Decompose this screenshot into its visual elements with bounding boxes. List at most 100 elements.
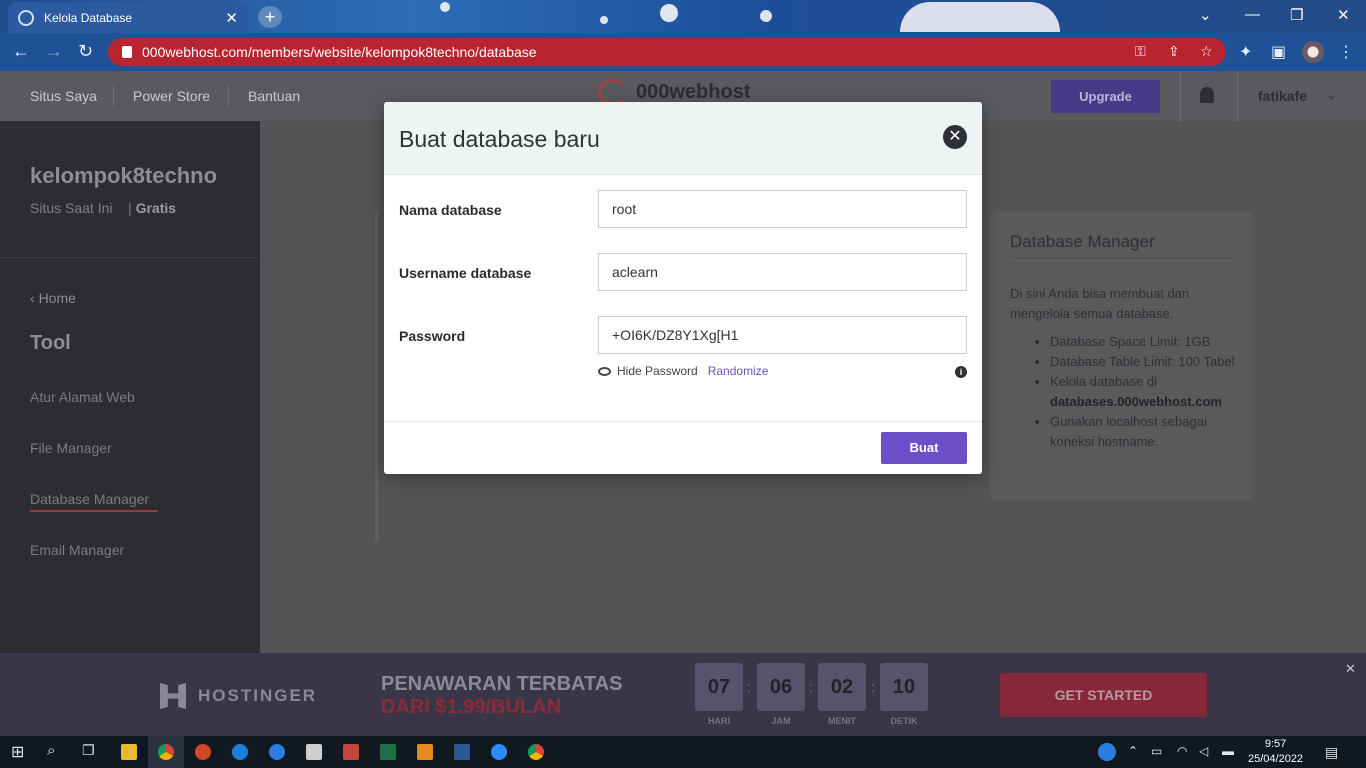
hide-password-toggle[interactable]: Hide Password xyxy=(617,364,698,378)
help-icon[interactable] xyxy=(1098,743,1116,761)
databases-link[interactable]: databases.000webhost.com xyxy=(1050,394,1222,409)
edge-icon[interactable] xyxy=(232,744,248,760)
promo-subline: DARI $1.99/BULAN xyxy=(381,696,562,718)
sidebar-item-file-manager[interactable]: File Manager xyxy=(30,440,112,456)
hostinger-logo[interactable]: HOSTINGER xyxy=(160,683,317,709)
countdown-separator: : xyxy=(747,679,751,695)
database-name-input[interactable]: root xyxy=(598,190,967,228)
media-app-icon[interactable] xyxy=(343,744,359,760)
restore-icon[interactable]: ❐ xyxy=(1290,6,1303,24)
modal-close-icon[interactable]: ✕ xyxy=(943,125,967,149)
bluetooth-icon[interactable] xyxy=(269,744,285,760)
site-status-text: Situs Saat Ini xyxy=(30,200,113,216)
password-label: Password xyxy=(399,328,466,344)
new-tab-button[interactable]: + xyxy=(258,6,282,28)
battery-icon[interactable]: ▬ xyxy=(1222,744,1234,758)
nav-situs-saya[interactable]: Situs Saya xyxy=(30,88,97,104)
bell-icon[interactable] xyxy=(1200,87,1214,103)
volume-icon[interactable]: ◁ xyxy=(1199,744,1208,758)
eye-slash-icon xyxy=(598,366,611,376)
globe-icon xyxy=(18,9,34,26)
info-list-prefix: Kelola database di xyxy=(1050,374,1157,389)
extensions-icon[interactable]: ✦ xyxy=(1239,42,1252,62)
zoom-icon[interactable] xyxy=(491,744,507,760)
sublime-icon[interactable] xyxy=(417,744,433,760)
window-close-icon[interactable]: ✕ xyxy=(1337,6,1350,24)
chrome-icon[interactable] xyxy=(158,744,174,760)
logo-text: 000webhost xyxy=(636,80,751,103)
lock-icon xyxy=(122,46,132,58)
tab-title: Kelola Database xyxy=(44,10,133,25)
modal-title: Buat database baru xyxy=(399,126,600,152)
sidebar: kelompok8techno Situs Saat Ini | Gratis … xyxy=(0,121,260,653)
forward-icon[interactable]: → xyxy=(45,41,63,62)
database-name-label: Nama database xyxy=(399,202,502,218)
file-explorer-icon[interactable] xyxy=(121,744,137,760)
create-button[interactable]: Buat xyxy=(881,432,967,464)
randomize-link[interactable]: Randomize xyxy=(708,364,769,378)
chevron-down-icon[interactable]: ⌄ xyxy=(1326,87,1337,103)
password-tools: Hide Password Randomize xyxy=(598,364,768,378)
excel-icon[interactable] xyxy=(380,744,396,760)
info-list-item: Database Table Limit: 100 Tabel xyxy=(1050,352,1240,372)
system-clock[interactable]: 9:57 25/04/2022 xyxy=(1248,737,1303,767)
info-title: Database Manager xyxy=(1010,232,1155,251)
hostinger-brand: HOSTINGER xyxy=(198,686,318,705)
get-started-button[interactable]: GET STARTED xyxy=(1000,673,1207,717)
clapper-icon[interactable] xyxy=(306,744,322,760)
clock-date: 25/04/2022 xyxy=(1248,753,1304,765)
sidebar-site-name: kelompok8techno xyxy=(30,163,218,188)
wallpaper-character xyxy=(900,2,1060,32)
nav-power-store[interactable]: Power Store xyxy=(133,88,210,104)
clock-time: 9:57 xyxy=(1264,738,1287,750)
search-icon[interactable]: ⌕ xyxy=(47,742,55,759)
promo-close-icon[interactable]: ✕ xyxy=(1345,661,1356,677)
wallpaper-dot xyxy=(440,2,450,12)
wifi-icon[interactable]: ◠ xyxy=(1177,744,1187,758)
modal-header: Buat database baru ✕ xyxy=(384,102,982,175)
browser-tab[interactable]: Kelola Database ✕ xyxy=(8,2,248,33)
info-list-item: Gunakan localhost sebagai koneksi hostna… xyxy=(1050,412,1240,452)
chevron-up-icon[interactable]: ⌃ xyxy=(1128,744,1138,758)
back-icon[interactable]: ← xyxy=(12,41,30,62)
wallpaper-dot xyxy=(600,16,608,24)
star-icon[interactable]: ☆ xyxy=(1200,43,1213,60)
battery-alert-icon[interactable]: ▭ xyxy=(1151,744,1162,758)
url-text: 000webhost.com/members/website/kelompok8… xyxy=(142,44,537,60)
tab-close-icon[interactable]: ✕ xyxy=(225,9,238,27)
nav-divider xyxy=(113,83,114,109)
minimize-icon[interactable]: — xyxy=(1245,6,1260,23)
menu-icon[interactable]: ⋮ xyxy=(1338,42,1354,62)
key-icon[interactable]: ⚿ xyxy=(1135,43,1146,60)
chrome-icon[interactable] xyxy=(528,744,544,760)
database-username-input[interactable]: aclearn xyxy=(598,253,967,291)
user-menu[interactable]: fatikafe xyxy=(1258,88,1307,104)
modal-footer-divider xyxy=(384,421,982,422)
nav-bantuan[interactable]: Bantuan xyxy=(248,88,300,104)
address-bar[interactable]: 000webhost.com/members/website/kelompok8… xyxy=(108,38,1226,66)
task-view-icon[interactable]: ❐ xyxy=(82,742,95,759)
info-icon[interactable]: i xyxy=(955,366,967,378)
sidebar-item-atur-alamat-web[interactable]: Atur Alamat Web xyxy=(30,389,135,405)
powerpoint-icon[interactable] xyxy=(195,744,211,760)
password-input[interactable]: +OI6K/DZ8Y1Xg[H1 xyxy=(598,316,967,354)
sidebar-item-database-manager[interactable]: Database Manager xyxy=(30,491,149,507)
sidebar-tool-heading: Tool xyxy=(30,332,71,354)
sidepanel-icon[interactable]: ▣ xyxy=(1271,42,1286,62)
upgrade-button[interactable]: Upgrade xyxy=(1051,80,1160,113)
reload-icon[interactable]: ↻ xyxy=(78,41,93,62)
windows-start-icon[interactable]: ⊞ xyxy=(11,742,24,762)
chevron-left-icon: ‹ xyxy=(30,290,35,306)
countdown-label: HARI xyxy=(708,716,730,726)
wallpaper-dot xyxy=(660,4,678,22)
notification-icon[interactable]: ▤ xyxy=(1325,744,1338,761)
countdown-hours: 06 xyxy=(757,663,805,711)
profile-avatar[interactable] xyxy=(1302,41,1324,63)
countdown-days: 07 xyxy=(695,663,743,711)
sidebar-home-link[interactable]: ‹ Home xyxy=(30,290,76,306)
tab-search-chevron-icon[interactable]: ⌄ xyxy=(1199,6,1212,24)
sidebar-item-email-manager[interactable]: Email Manager xyxy=(30,542,124,558)
share-icon[interactable]: ⇪ xyxy=(1168,43,1180,60)
sidebar-divider xyxy=(0,257,260,258)
word-icon[interactable] xyxy=(454,744,470,760)
